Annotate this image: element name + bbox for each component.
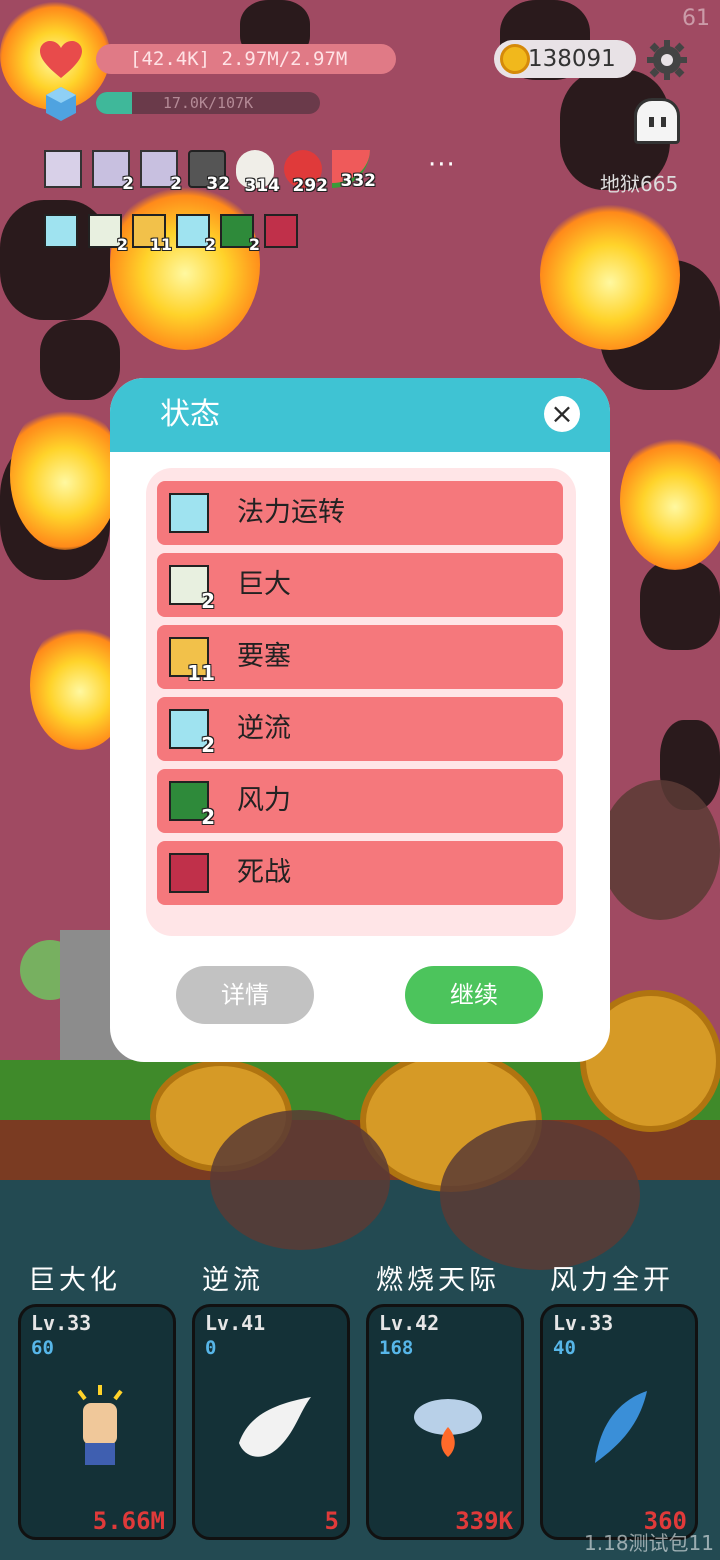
continue-button[interactable]: 继续	[405, 966, 543, 1024]
reverse-flow-icon: 2	[169, 709, 215, 757]
status-row-reverse-flow[interactable]: 2 逆流	[157, 697, 563, 761]
status-row-mana-flow[interactable]: 法力运转	[157, 481, 563, 545]
giant-icon: 2	[169, 565, 215, 613]
status-label: 死战	[237, 857, 291, 888]
details-button[interactable]: 详情	[176, 966, 314, 1024]
fortress-icon: 11	[169, 637, 215, 685]
status-count: 2	[201, 805, 215, 829]
status-count: 11	[187, 661, 215, 685]
modal-overlay: 状态 × 法力运转 2 巨大 11 要塞 2 逆流 2 风力 死战 详情 继续	[0, 0, 720, 1560]
status-dialog: 状态 × 法力运转 2 巨大 11 要塞 2 逆流 2 风力 死战 详情 继续	[110, 378, 610, 1062]
mana-flow-icon	[169, 493, 209, 533]
status-label: 巨大	[237, 569, 291, 600]
status-list: 法力运转 2 巨大 11 要塞 2 逆流 2 风力 死战	[146, 468, 576, 936]
status-row-giant[interactable]: 2 巨大	[157, 553, 563, 617]
close-button[interactable]: ×	[544, 396, 580, 432]
status-row-fortress[interactable]: 11 要塞	[157, 625, 563, 689]
status-count: 2	[201, 733, 215, 757]
status-label: 法力运转	[237, 497, 345, 528]
status-label: 要塞	[237, 641, 291, 672]
wind-icon: 2	[169, 781, 215, 829]
status-count: 2	[201, 589, 215, 613]
status-label: 风力	[237, 785, 291, 816]
dialog-title: 状态	[160, 397, 220, 432]
status-label: 逆流	[237, 713, 291, 744]
death-fight-icon	[169, 853, 209, 893]
dialog-header: 状态 ×	[110, 378, 610, 452]
status-row-death-fight[interactable]: 死战	[157, 841, 563, 905]
status-row-wind[interactable]: 2 风力	[157, 769, 563, 833]
